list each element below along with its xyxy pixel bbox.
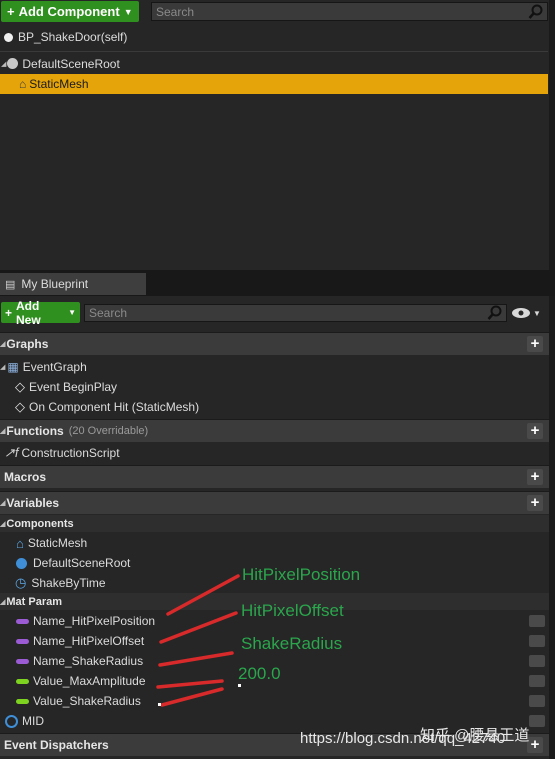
annotation-label: HitPixelOffset bbox=[241, 601, 344, 620]
annotation-stroke bbox=[166, 574, 240, 616]
annotation-label: ShakeRadius bbox=[241, 634, 343, 653]
annotation-dot bbox=[238, 684, 241, 687]
annotation-label: HitPixelPosition bbox=[242, 565, 361, 584]
annotation-stroke bbox=[156, 679, 224, 689]
annotation-label: 200.0 bbox=[238, 664, 281, 683]
annotation-stroke bbox=[160, 687, 224, 707]
annotation-stroke bbox=[158, 651, 234, 667]
annotation-stroke bbox=[159, 611, 238, 644]
watermark-author: 知乎 @腰悬王道 bbox=[420, 727, 530, 744]
annotation-dot bbox=[158, 703, 161, 706]
